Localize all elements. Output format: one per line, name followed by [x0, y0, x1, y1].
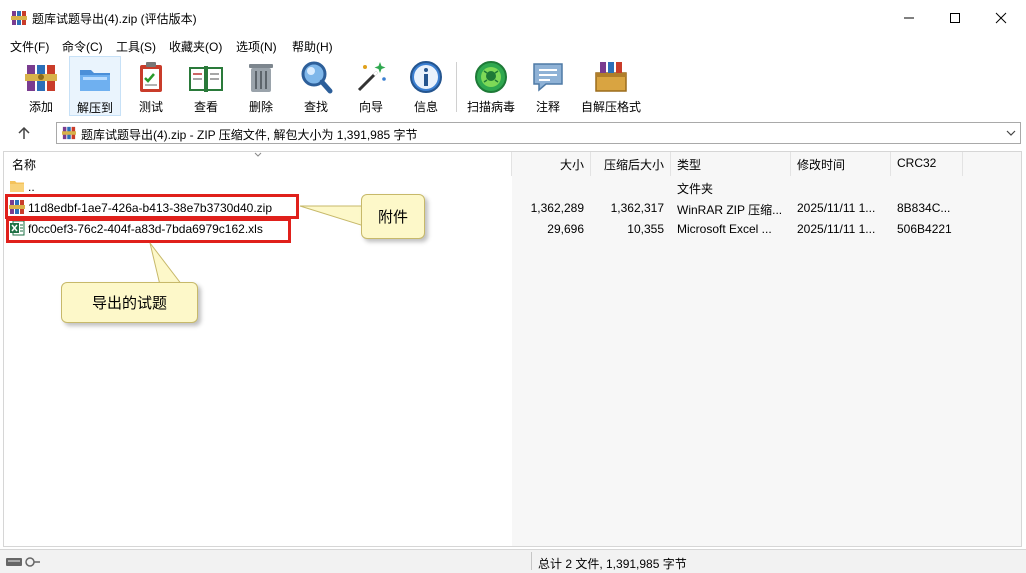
status-text: 总计 2 文件, 1,391,985 字节: [538, 557, 687, 571]
status-bar: 总计 2 文件, 1,391,985 字节: [0, 549, 1026, 573]
callout-exported-questions: 导出的试题: [61, 282, 198, 323]
drive-key-icon: [6, 557, 40, 567]
callout-attachment: 附件: [361, 194, 425, 239]
status-divider: [531, 552, 532, 570]
